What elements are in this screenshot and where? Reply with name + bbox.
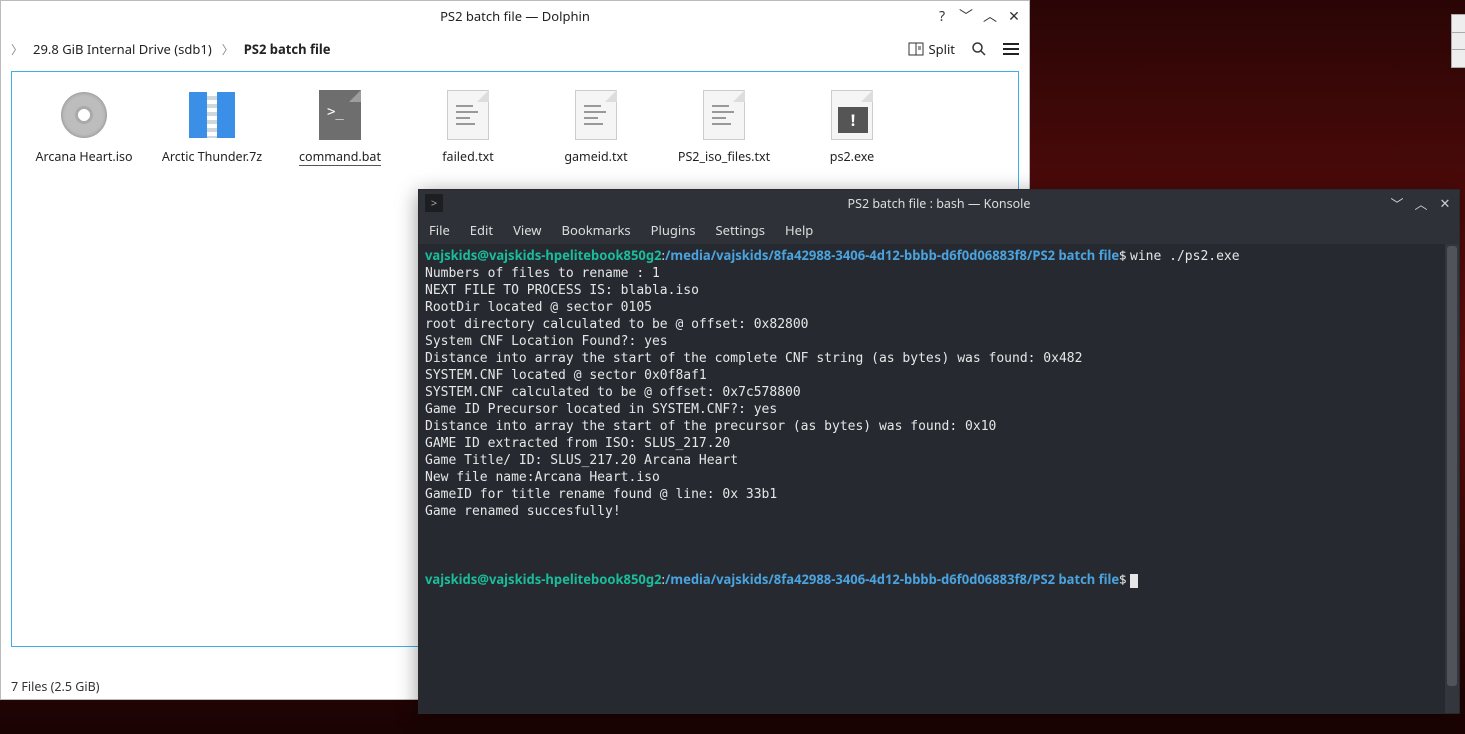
konsole-app-icon: > xyxy=(425,194,443,212)
dolphin-titlebar[interactable]: PS2 batch file — Dolphin ? ﹀ ︿ ✕ xyxy=(1,1,1029,31)
maximize-icon[interactable]: ︿ xyxy=(1413,195,1429,211)
menu-icon[interactable] xyxy=(1003,43,1019,55)
file-label: failed.txt xyxy=(442,148,494,165)
archive-icon xyxy=(185,88,239,142)
file-label: PS2_iso_files.txt xyxy=(678,148,770,165)
file-item[interactable]: Arcana Heart.iso xyxy=(20,84,148,166)
help-icon[interactable]: ? xyxy=(933,7,951,25)
close-icon[interactable]: ✕ xyxy=(1005,7,1023,25)
file-item[interactable]: failed.txt xyxy=(404,84,532,166)
scrollbar[interactable] xyxy=(1445,244,1459,713)
split-label: Split xyxy=(928,40,955,58)
maximize-icon[interactable]: ︿ xyxy=(981,7,999,25)
menu-item-file[interactable]: File xyxy=(429,221,450,239)
breadcrumb-current[interactable]: PS2 batch file xyxy=(244,40,331,58)
txt-icon xyxy=(569,88,623,142)
txt-icon xyxy=(697,88,751,142)
panel-edge-widget[interactable] xyxy=(1451,14,1465,68)
file-item[interactable]: Arctic Thunder.7z xyxy=(148,84,276,166)
split-button[interactable]: Split xyxy=(908,40,955,58)
terminal[interactable]: vajskids@vajskids-hpelitebook850g2:/medi… xyxy=(419,244,1459,713)
konsole-window: > PS2 batch file : bash — Konsole ﹀ ︿ ✕ … xyxy=(418,189,1460,714)
file-label: Arctic Thunder.7z xyxy=(162,148,262,165)
file-item[interactable]: PS2_iso_files.txt xyxy=(660,84,788,166)
scrollbar-thumb[interactable] xyxy=(1447,246,1457,686)
bat-icon xyxy=(313,88,367,142)
breadcrumb: 〉 29.8 GiB Internal Drive (sdb1) 〉 PS2 b… xyxy=(11,40,908,58)
exe-icon: ! xyxy=(825,88,879,142)
menu-item-settings[interactable]: Settings xyxy=(716,221,765,239)
menu-item-bookmarks[interactable]: Bookmarks xyxy=(562,221,631,239)
file-label: gameid.txt xyxy=(564,148,627,165)
dolphin-toolbar: 〉 29.8 GiB Internal Drive (sdb1) 〉 PS2 b… xyxy=(1,31,1029,67)
search-icon[interactable] xyxy=(971,41,987,57)
minimize-icon[interactable]: ﹀ xyxy=(1389,195,1405,211)
status-text: 7 Files (2.5 GiB) xyxy=(11,678,99,695)
iso-icon xyxy=(57,88,111,142)
konsole-title-text: PS2 batch file : bash — Konsole xyxy=(419,195,1459,212)
chevron-right-icon[interactable]: 〉 xyxy=(11,41,23,58)
menu-item-edit[interactable]: Edit xyxy=(470,221,493,239)
file-label: ps2.exe xyxy=(830,148,874,165)
dolphin-title-text: PS2 batch file — Dolphin xyxy=(440,7,590,25)
file-item[interactable]: gameid.txt xyxy=(532,84,660,166)
file-label: Arcana Heart.iso xyxy=(35,148,132,165)
chevron-right-icon: 〉 xyxy=(222,41,234,58)
menu-item-view[interactable]: View xyxy=(513,221,541,239)
konsole-titlebar[interactable]: > PS2 batch file : bash — Konsole ﹀ ︿ ✕ xyxy=(419,190,1459,216)
close-icon[interactable]: ✕ xyxy=(1437,195,1453,211)
minimize-icon[interactable]: ﹀ xyxy=(957,7,975,25)
file-item[interactable]: command.bat xyxy=(276,84,404,166)
file-label: command.bat xyxy=(299,148,381,166)
menu-item-help[interactable]: Help xyxy=(785,221,813,239)
txt-icon xyxy=(441,88,495,142)
file-item[interactable]: ! ps2.exe xyxy=(788,84,916,166)
konsole-menubar: File Edit View Bookmarks Plugins Settings Help xyxy=(419,216,1459,244)
menu-item-plugins[interactable]: Plugins xyxy=(651,221,696,239)
split-icon xyxy=(908,41,924,57)
breadcrumb-drive[interactable]: 29.8 GiB Internal Drive (sdb1) xyxy=(33,40,212,58)
